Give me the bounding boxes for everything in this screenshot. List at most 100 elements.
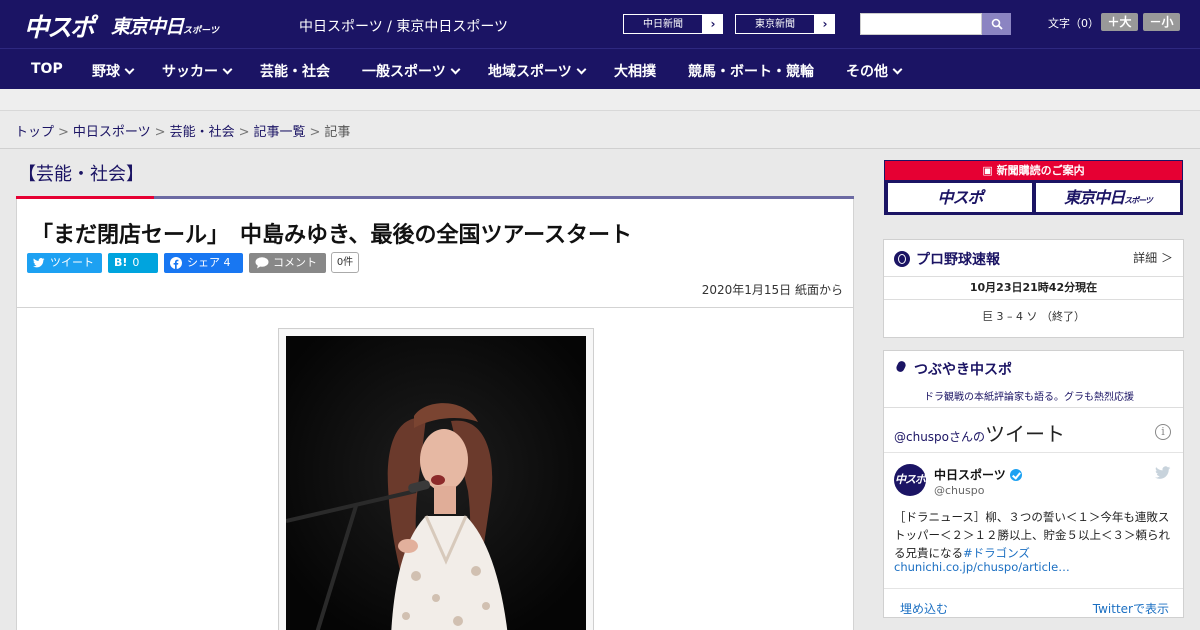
nav-item-local-sports[interactable]: 地域スポーツ: [488, 61, 587, 81]
baseball-icon: [894, 251, 910, 267]
nav-item-label: 野球: [92, 64, 120, 80]
nav-item-entertainment[interactable]: 芸能・社会: [260, 61, 330, 81]
font-decrease-button[interactable]: －小: [1143, 13, 1180, 31]
tweet-button[interactable]: ツイート: [27, 253, 102, 273]
subscription-banner[interactable]: ▣ 新聞購読のご案内 中スポ 東京中日スポーツ: [884, 160, 1183, 215]
tokyo-shimbun-link[interactable]: 東京新聞 ›: [734, 13, 836, 35]
tweet-user-name[interactable]: 中日スポーツ: [934, 466, 1022, 483]
comment-count-badge: 0件: [331, 252, 359, 273]
nav-item-soccer[interactable]: サッカー: [162, 61, 233, 81]
nav-item-racing[interactable]: 競馬・ボート・競輪: [688, 61, 814, 81]
comment-button[interactable]: コメント: [249, 253, 326, 273]
nav-item-label: 競馬・ボート・競輪: [688, 64, 814, 80]
tweet-user-handle[interactable]: @chuspo: [934, 484, 984, 497]
tokyo-chunichi-subscribe-link[interactable]: 東京中日スポーツ: [1036, 183, 1180, 212]
nav-item-sumo[interactable]: 大相撲: [614, 61, 656, 81]
nav-item-top[interactable]: TOP: [31, 61, 63, 77]
subscription-banner-text: 新聞購読のご案内: [996, 164, 1085, 177]
baseball-scores-title: プロ野球速報: [916, 252, 1000, 268]
tokyo-chunichi-logo[interactable]: 東京中日スポーツ: [111, 12, 219, 39]
article-headline: 「まだ閉店セール」 中島みゆき、最後の全国ツアースタート: [31, 223, 633, 248]
embed-link[interactable]: 埋め込む: [900, 600, 948, 617]
chuspo-subscribe-link[interactable]: 中スポ: [888, 183, 1032, 212]
tweets-heading: つぶやき中スポ: [894, 359, 1012, 379]
twitter-embed-header: @chuspoさんのツイート: [894, 418, 1065, 447]
facebook-icon: [170, 257, 182, 269]
chevron-right-icon: ›: [822, 17, 828, 31]
score-timestamp: 10月23日21時42分現在: [884, 276, 1183, 300]
search-icon: [991, 18, 1003, 30]
nav-item-label: 一般スポーツ: [362, 64, 446, 80]
font-increase-button[interactable]: ＋大: [1101, 13, 1138, 31]
chunichi-shimbun-link[interactable]: 中日新聞 ›: [622, 13, 724, 35]
breadcrumb-top[interactable]: トップ: [15, 125, 54, 140]
breadcrumb: トップ > 中日スポーツ > 芸能・社会 > 記事一覧 > 記事: [0, 111, 1200, 149]
article-photo-frame: [278, 328, 594, 630]
chevron-down-icon: [450, 64, 461, 75]
twitter-header-label: ツイート: [985, 422, 1066, 446]
search-input[interactable]: [860, 13, 982, 35]
chevron-down-icon: [124, 64, 135, 75]
avatar[interactable]: 中スポ: [894, 464, 926, 496]
tweet-hashtag[interactable]: #ドラゴンズ: [963, 546, 1030, 560]
ext-link-label: 東京新聞: [735, 14, 815, 34]
article-divider: [17, 307, 853, 308]
breadcrumb-current: 記事: [324, 125, 351, 140]
chevron-down-icon: [222, 64, 233, 75]
twitter-handle-suffix: さんの: [949, 430, 986, 444]
site-title: 中日スポーツ / 東京中日スポーツ: [299, 19, 509, 35]
breadcrumb-separator: >: [238, 125, 250, 140]
twitter-bird-icon[interactable]: [1155, 466, 1171, 480]
breadcrumb-article-list[interactable]: 記事一覧: [254, 125, 306, 140]
top-header: 中スポ 東京中日スポーツ 中日スポーツ / 東京中日スポーツ 中日新聞 › 東京…: [0, 0, 1200, 48]
category-heading: 【芸能・社会】: [16, 160, 854, 199]
twitter-divider: [884, 452, 1183, 453]
twitter-bird-icon: [33, 258, 45, 268]
verified-badge-icon: [1009, 468, 1022, 481]
tokyo-chunichi-label: 東京中日: [1064, 188, 1125, 207]
comment-label: コメント: [273, 256, 317, 269]
chevron-down-icon: [576, 64, 587, 75]
chuspo-logo[interactable]: 中スポ: [24, 8, 95, 44]
baseball-detail-link[interactable]: 詳細 ＞: [1133, 249, 1173, 266]
nav-item-baseball[interactable]: 野球: [92, 61, 135, 81]
baseball-scores-panel: プロ野球速報 詳細 ＞ 10月23日21時42分現在 巨 3 – 4 ソ （終了…: [883, 239, 1184, 338]
facebook-share-label: シェア: [187, 256, 220, 269]
search-button[interactable]: [982, 13, 1011, 35]
tokyo-logo-small: スポーツ: [183, 26, 219, 36]
hatena-icon: B!: [114, 256, 128, 269]
article-date: 2020年1月15日 紙面から: [701, 283, 843, 297]
hatena-bookmark-button[interactable]: B! 0: [108, 253, 158, 273]
chevron-right-icon: ›: [710, 17, 716, 31]
twitter-handle-prefix[interactable]: @chuspo: [894, 430, 949, 444]
breadcrumb-separator: >: [309, 125, 321, 140]
category-title[interactable]: 【芸能・社会】: [18, 160, 144, 186]
hatena-count: 0: [132, 256, 140, 269]
score-result[interactable]: 巨 3 – 4 ソ （終了）: [884, 308, 1183, 324]
tweet-link[interactable]: chunichi.co.jp/chuspo/article…: [894, 560, 1070, 574]
nav-item-label: その他: [846, 64, 888, 80]
view-on-twitter-link[interactable]: Twitterで表示: [1093, 600, 1169, 617]
nav-item-label: サッカー: [162, 64, 218, 80]
article-photo[interactable]: [286, 336, 586, 630]
tweet-body: ［ドラニュース］柳、３つの誓い＜１＞今年も連敗ストッパー＜２＞１２勝以上、貯金５…: [894, 508, 1174, 562]
speech-bubble-icon: [255, 257, 269, 269]
breadcrumb-entertainment[interactable]: 芸能・社会: [170, 125, 235, 140]
newspaper-icon: ▣: [982, 164, 997, 177]
nav-item-label: 芸能・社会: [260, 64, 330, 80]
nav-item-label: 地域スポーツ: [488, 64, 572, 80]
facebook-share-count: 4: [223, 256, 231, 269]
info-icon[interactable]: i: [1155, 424, 1171, 440]
breadcrumb-separator: >: [154, 125, 166, 140]
nav-item-general-sports[interactable]: 一般スポーツ: [362, 61, 461, 81]
chevron-down-icon: [892, 64, 903, 75]
facebook-share-button[interactable]: シェア 4: [164, 253, 243, 273]
ext-link-label: 中日新聞: [623, 14, 703, 34]
breadcrumb-chunichi-sports[interactable]: 中日スポーツ: [73, 125, 151, 140]
twitter-embed: @chuspoさんのツイート i 中スポ 中日スポーツ @chuspo ［ドラニ…: [884, 407, 1183, 616]
tweet-label: ツイート: [50, 256, 94, 269]
header-spacer: [0, 89, 1200, 111]
nav-item-label: TOP: [31, 61, 63, 77]
tokyo-logo-text: 東京中日: [111, 16, 184, 38]
nav-item-other[interactable]: その他: [846, 61, 903, 81]
